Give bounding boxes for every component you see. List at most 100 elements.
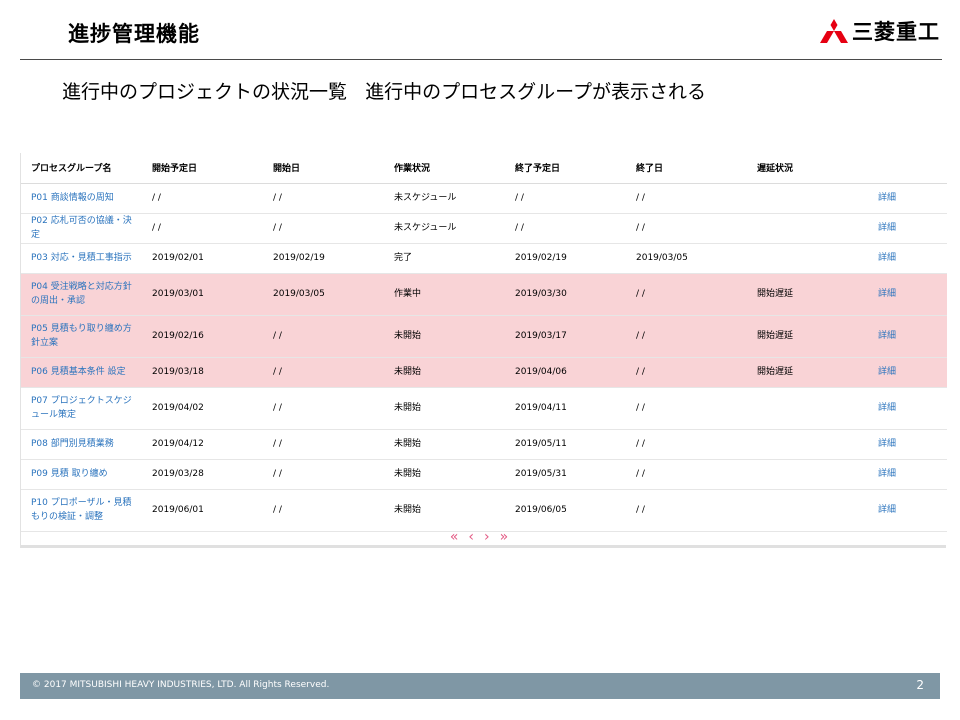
cell-delay [747,489,868,532]
prev-page-icon[interactable]: ‹ [468,529,484,545]
slide-footer: © 2017 MITSUBISHI HEAVY INDUSTRIES, LTD.… [20,673,940,699]
process-group-link[interactable]: P04 受注戦略と対応方針の周出・承認 [21,273,142,316]
process-group-link[interactable]: P06 見積基本条件 設定 [21,357,142,388]
process-group-link[interactable]: P10 プロポーザル・見積もりの検証・調整 [21,489,142,532]
cell-planned-start: 2019/03/28 [142,459,263,490]
header-delay-status[interactable]: 遅延状況 [747,153,868,184]
cell-planned-end: 2019/04/06 [505,357,626,388]
table-row[interactable]: P07 プロジェクトスケジュール策定 2019/04/02 / / 未開始 20… [21,387,947,430]
cell-status: 未スケジュール [384,183,505,214]
cell-planned-start: 2019/03/01 [142,273,263,316]
cell-planned-start: / / [142,183,263,214]
cell-delay [747,387,868,430]
process-group-link[interactable]: P09 見積 取り纏め [21,459,142,490]
cell-status: 完了 [384,243,505,274]
cell-end: / / [626,489,747,532]
cell-start: / / [263,429,384,460]
cell-delay [747,213,868,244]
process-group-link[interactable]: P05 見積もり取り纏め方針立案 [21,315,142,358]
slide-subtitle: 進行中のプロジェクトの状況一覧 進行中のプロセスグループが表示される [62,81,706,103]
table-row[interactable]: P08 部門別見積業務 2019/04/12 / / 未開始 2019/05/1… [21,429,947,460]
detail-link[interactable]: 詳細 [868,387,947,430]
cell-delay [747,183,868,214]
cell-start: / / [263,489,384,532]
table-row[interactable]: P10 プロポーザル・見積もりの検証・調整 2019/06/01 / / 未開始… [21,489,947,532]
process-group-link[interactable]: P02 応札可否の協議・決定 [21,213,142,244]
cell-start: / / [263,315,384,358]
cell-start: 2019/02/19 [263,243,384,274]
cell-status: 未開始 [384,387,505,430]
cell-planned-start: 2019/03/18 [142,357,263,388]
header-planned-end[interactable]: 終了予定日 [505,153,626,184]
cell-planned-start: 2019/04/02 [142,387,263,430]
progress-table-panel: プロセスグループ名 開始予定日 開始日 作業状況 終了予定日 終了日 遅延状況 … [20,153,947,548]
detail-link[interactable]: 詳細 [868,273,947,316]
detail-link[interactable]: 詳細 [868,213,947,244]
cell-delay [747,429,868,460]
table-row[interactable]: P03 対応・見積工事指示 2019/02/01 2019/02/19 完了 2… [21,243,947,274]
table-row[interactable]: P02 応札可否の協議・決定 / / / / 未スケジュール / / / / 詳… [21,213,947,244]
cell-end: / / [626,315,747,358]
logo-text: 三菱重工 [852,20,940,44]
cell-status: 未スケジュール [384,213,505,244]
pagination: «‹›» [21,529,947,545]
detail-link[interactable]: 詳細 [868,459,947,490]
table-row[interactable]: P05 見積もり取り纏め方針立案 2019/02/16 / / 未開始 2019… [21,315,947,358]
process-group-link[interactable]: P08 部門別見積業務 [21,429,142,460]
page-number: 2 [916,678,924,692]
table-row[interactable]: P09 見積 取り纏め 2019/03/28 / / 未開始 2019/05/3… [21,459,947,490]
cell-delay: 開始遅延 [747,357,868,388]
cell-delay: 開始遅延 [747,273,868,316]
process-group-link[interactable]: P07 プロジェクトスケジュール策定 [21,387,142,430]
cell-start: / / [263,213,384,244]
cell-start: 2019/03/05 [263,273,384,316]
cell-status: 作業中 [384,273,505,316]
table-row[interactable]: P01 商談情報の周知 / / / / 未スケジュール / / / / 詳細 [21,183,947,214]
process-group-table: プロセスグループ名 開始予定日 開始日 作業状況 終了予定日 終了日 遅延状況 … [21,153,947,532]
cell-planned-start: 2019/04/12 [142,429,263,460]
cell-end: / / [626,273,747,316]
cell-planned-start: 2019/06/01 [142,489,263,532]
detail-link[interactable]: 詳細 [868,357,947,388]
next-page-icon[interactable]: › [484,529,500,545]
cell-delay: 開始遅延 [747,315,868,358]
cell-start: / / [263,387,384,430]
detail-link[interactable]: 詳細 [868,489,947,532]
cell-end: 2019/03/05 [626,243,747,274]
cell-planned-end: 2019/02/19 [505,243,626,274]
process-group-link[interactable]: P01 商談情報の周知 [21,183,142,214]
cell-planned-start: 2019/02/16 [142,315,263,358]
copyright-text: © 2017 MITSUBISHI HEAVY INDUSTRIES, LTD.… [32,680,330,690]
cell-planned-start: 2019/02/01 [142,243,263,274]
detail-link[interactable]: 詳細 [868,315,947,358]
cell-start: / / [263,459,384,490]
cell-planned-end: 2019/04/11 [505,387,626,430]
process-group-link[interactable]: P03 対応・見積工事指示 [21,243,142,274]
detail-link[interactable]: 詳細 [868,429,947,460]
header-end[interactable]: 終了日 [626,153,747,184]
cell-end: / / [626,213,747,244]
header-planned-start[interactable]: 開始予定日 [142,153,263,184]
table-row[interactable]: P04 受注戦略と対応方針の周出・承認 2019/03/01 2019/03/0… [21,273,947,316]
detail-link[interactable]: 詳細 [868,243,947,274]
detail-link[interactable]: 詳細 [868,183,947,214]
three-diamonds-icon [820,19,848,43]
header-start[interactable]: 開始日 [263,153,384,184]
cell-planned-end: 2019/06/05 [505,489,626,532]
last-page-icon[interactable]: » [500,529,519,545]
header-process-group[interactable]: プロセスグループ名 [21,153,142,184]
cell-delay [747,243,868,274]
company-logo: 三菱重工 [820,16,940,46]
cell-planned-end: / / [505,213,626,244]
cell-planned-end: / / [505,183,626,214]
cell-delay [747,459,868,490]
cell-planned-start: / / [142,213,263,244]
table-row[interactable]: P06 見積基本条件 設定 2019/03/18 / / 未開始 2019/04… [21,357,947,388]
cell-end: / / [626,183,747,214]
header-work-status[interactable]: 作業状況 [384,153,505,184]
first-page-icon[interactable]: « [450,529,469,545]
cell-planned-end: 2019/03/30 [505,273,626,316]
title-divider [20,59,942,60]
cell-status: 未開始 [384,357,505,388]
cell-planned-end: 2019/05/31 [505,459,626,490]
